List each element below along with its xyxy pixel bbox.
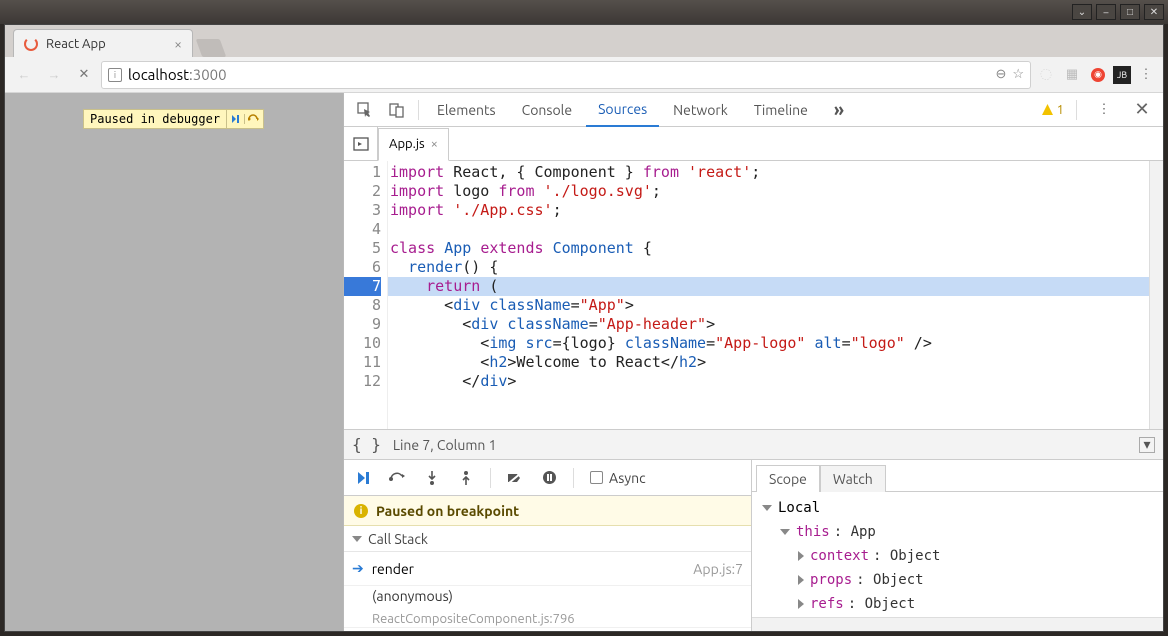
tab-close-button[interactable]: × bbox=[174, 36, 182, 52]
bookmark-star-icon[interactable]: ☆ bbox=[1012, 67, 1024, 82]
zoom-icon[interactable]: ⊖ bbox=[995, 67, 1006, 82]
minimize-button[interactable]: – bbox=[1096, 4, 1116, 20]
chrome-menu-button[interactable]: ⋮ bbox=[1135, 64, 1157, 86]
url-text[interactable]: localhost:3000 bbox=[128, 66, 989, 83]
chevron-down-icon bbox=[780, 529, 790, 535]
info-icon: i bbox=[354, 504, 368, 518]
frame-location: ReactCompositeComponent.js:796 bbox=[372, 612, 575, 626]
code-area[interactable]: import React, { Component } from 'react'… bbox=[388, 161, 1149, 429]
scope-tree[interactable]: Localthis: Appcontext: Objectprops: Obje… bbox=[752, 492, 1163, 617]
editor-scrollbar[interactable] bbox=[1149, 161, 1163, 429]
line-gutter[interactable]: 123456789101112 bbox=[344, 161, 388, 429]
checkbox-icon bbox=[590, 471, 603, 484]
extension-icon[interactable]: ◌ bbox=[1035, 64, 1057, 86]
omnibox[interactable]: i localhost:3000 ⊖ ☆ bbox=[101, 61, 1031, 89]
source-editor[interactable]: 123456789101112 import React, { Componen… bbox=[344, 161, 1163, 429]
current-frame-icon: ➔ bbox=[352, 560, 364, 577]
chevron-right-icon bbox=[798, 575, 804, 585]
address-bar: ← → ✕ i localhost:3000 ⊖ ☆ ◌ ▦ ◉ JB ⋮ bbox=[5, 57, 1163, 93]
file-tab-close-icon[interactable]: × bbox=[431, 137, 438, 151]
chevron-right-icon bbox=[798, 551, 804, 561]
devtools-tab-network[interactable]: Network bbox=[661, 93, 740, 127]
pause-exceptions-button[interactable] bbox=[535, 464, 563, 492]
pretty-print-button[interactable]: { } bbox=[352, 435, 381, 454]
frame-location: App.js:7 bbox=[693, 561, 743, 577]
file-tab-name: App.js bbox=[389, 137, 425, 151]
new-tab-button[interactable] bbox=[196, 39, 227, 57]
frame-name: render bbox=[372, 561, 414, 577]
scope-tab-watch[interactable]: Watch bbox=[820, 465, 886, 492]
extension-jb-icon[interactable]: JB bbox=[1113, 66, 1131, 84]
devtools-panel: ElementsConsoleSourcesNetworkTimeline » … bbox=[343, 93, 1163, 631]
warnings-indicator[interactable]: 1 bbox=[1041, 103, 1064, 117]
tab-strip: React App × bbox=[5, 25, 1163, 57]
scope-row[interactable]: Local bbox=[752, 496, 1163, 520]
debugger-drawer: Async i Paused on breakpoint Call Stack … bbox=[344, 459, 1163, 631]
scope-row[interactable]: this: App bbox=[752, 520, 1163, 544]
rendered-page: Paused in debugger bbox=[5, 93, 343, 631]
site-info-icon[interactable]: i bbox=[108, 68, 122, 82]
step-over-button[interactable] bbox=[384, 464, 412, 492]
callstack-header[interactable]: Call Stack bbox=[344, 526, 751, 552]
scope-h-scrollbar[interactable] bbox=[752, 617, 1163, 631]
devtools-tab-console[interactable]: Console bbox=[510, 93, 584, 127]
deactivate-breakpoints-button[interactable] bbox=[501, 464, 529, 492]
step-into-button[interactable] bbox=[418, 464, 446, 492]
browser-window: React App × ← → ✕ i localhost:3000 ⊖ ☆ ◌… bbox=[4, 24, 1164, 632]
scope-pane: ScopeWatch Localthis: Appcontext: Object… bbox=[752, 460, 1163, 631]
scope-tab-scope[interactable]: Scope bbox=[756, 465, 820, 492]
paused-banner: i Paused on breakpoint bbox=[344, 496, 751, 526]
editor-status-bar: { } Line 7, Column 1 ▾ bbox=[344, 429, 1163, 459]
devtools-tabstrip: ElementsConsoleSourcesNetworkTimeline » … bbox=[344, 93, 1163, 127]
scope-row[interactable]: props: Object bbox=[752, 568, 1163, 592]
debugger-left-pane: Async i Paused on breakpoint Call Stack … bbox=[344, 460, 752, 631]
extension-record-icon[interactable]: ◉ bbox=[1087, 64, 1109, 86]
toggle-navigator-button[interactable] bbox=[344, 127, 378, 160]
devtools-menu-button[interactable]: ⋮ bbox=[1089, 95, 1119, 125]
callstack-frame[interactable]: (anonymous) ReactCompositeComponent.js:79… bbox=[344, 586, 751, 628]
chevron-down-icon bbox=[762, 505, 772, 511]
nav-stop-button[interactable]: ✕ bbox=[71, 62, 97, 88]
nav-forward-button[interactable]: → bbox=[41, 62, 67, 88]
status-dropdown-button[interactable]: ▾ bbox=[1139, 437, 1155, 453]
callstack-frame[interactable]: ➔ render App.js:7 bbox=[344, 552, 751, 586]
frame-name: (anonymous) bbox=[372, 588, 453, 604]
paused-banner-text: Paused on breakpoint bbox=[376, 503, 519, 519]
content-area: Paused in debugger ElementsConsoleSource… bbox=[5, 93, 1163, 631]
resume-button[interactable] bbox=[350, 464, 378, 492]
scope-tabstrip: ScopeWatch bbox=[752, 460, 1163, 492]
debugger-toolbar: Async bbox=[344, 460, 751, 496]
async-label: Async bbox=[609, 470, 646, 486]
async-checkbox[interactable]: Async bbox=[590, 470, 646, 486]
chevron-down-icon bbox=[352, 536, 362, 542]
maximize-button[interactable]: □ bbox=[1120, 4, 1140, 20]
titlebar-menu-button[interactable]: ⌄ bbox=[1072, 4, 1092, 20]
extension-grid-icon[interactable]: ▦ bbox=[1061, 64, 1083, 86]
cursor-position: Line 7, Column 1 bbox=[393, 437, 497, 453]
os-titlebar: ⌄ – □ ✕ bbox=[0, 0, 1168, 24]
device-toggle-icon[interactable] bbox=[382, 95, 412, 125]
file-tabstrip: App.js × bbox=[344, 127, 1163, 161]
chevron-right-icon bbox=[798, 599, 804, 609]
overlay-resume-button[interactable] bbox=[227, 114, 245, 124]
tab-title: React App bbox=[46, 37, 166, 51]
devtools-tab-elements[interactable]: Elements bbox=[425, 93, 508, 127]
devtools-tab-sources[interactable]: Sources bbox=[586, 93, 659, 127]
devtools-close-button[interactable]: ✕ bbox=[1127, 95, 1157, 125]
overlay-step-button[interactable] bbox=[245, 114, 263, 124]
devtools-overflow-button[interactable]: » bbox=[822, 93, 856, 127]
file-tab[interactable]: App.js × bbox=[378, 128, 449, 161]
react-favicon-icon bbox=[24, 37, 38, 51]
paused-label: Paused in debugger bbox=[84, 110, 227, 128]
close-window-button[interactable]: ✕ bbox=[1144, 4, 1164, 20]
callstack-label: Call Stack bbox=[368, 531, 428, 547]
paused-debugger-overlay: Paused in debugger bbox=[83, 109, 264, 129]
browser-tab[interactable]: React App × bbox=[13, 29, 193, 57]
scope-row[interactable]: refs: Object bbox=[752, 592, 1163, 616]
step-out-button[interactable] bbox=[452, 464, 480, 492]
nav-back-button[interactable]: ← bbox=[11, 62, 37, 88]
scope-row[interactable]: context: Object bbox=[752, 544, 1163, 568]
devtools-tab-timeline[interactable]: Timeline bbox=[742, 93, 820, 127]
inspect-element-icon[interactable] bbox=[350, 95, 380, 125]
